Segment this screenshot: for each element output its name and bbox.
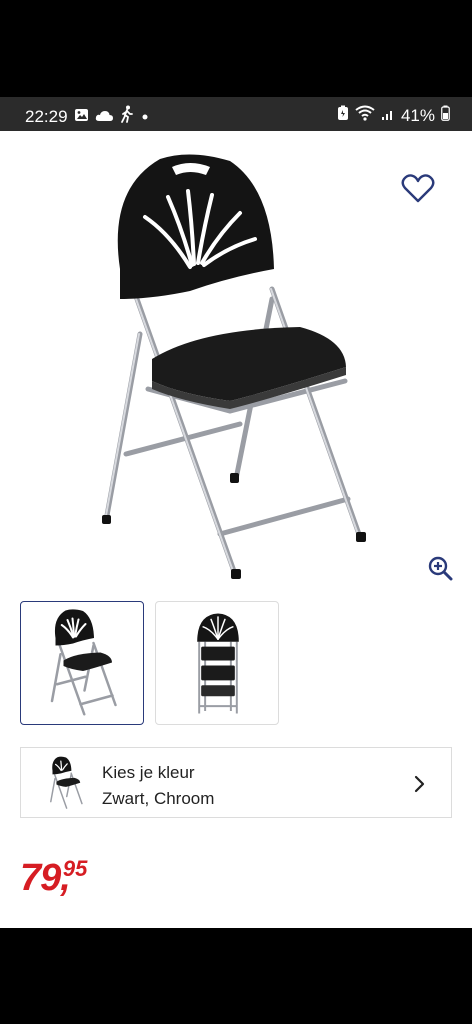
zoom-in-icon — [427, 556, 453, 585]
status-bar: 22:29 41% — [0, 97, 472, 131]
battery-icon — [441, 105, 450, 126]
color-thumbnail — [48, 756, 84, 810]
product-image — [90, 149, 370, 589]
battery-saver-icon — [337, 105, 349, 126]
zoom-button[interactable] — [427, 555, 453, 581]
heart-outline-icon — [401, 174, 435, 209]
status-time: 22:29 — [25, 106, 68, 126]
selected-color: Zwart, Chroom — [102, 789, 215, 808]
color-picker[interactable]: Kies je kleur Zwart, Chroom — [20, 747, 452, 818]
signal-icon — [381, 106, 395, 126]
status-right: 41% — [337, 105, 450, 126]
price-decimals: 95 — [62, 856, 88, 881]
product-page: Kies je kleur Zwart, Chroom 79,95 — [0, 131, 472, 928]
price-integer: 79 — [20, 857, 61, 899]
chevron-right-icon — [414, 775, 426, 793]
wifi-icon — [355, 105, 375, 126]
dot-icon — [140, 107, 150, 127]
cloud-icon — [95, 107, 114, 127]
thumbnail-front-view[interactable] — [20, 601, 144, 725]
thumbnail-folded-view[interactable] — [155, 601, 279, 725]
status-left: 22:29 — [25, 105, 150, 128]
gallery-icon — [74, 107, 89, 127]
favorite-button[interactable] — [401, 173, 435, 205]
price: 79,95 — [20, 856, 88, 899]
walking-icon — [120, 105, 134, 128]
battery-level: 41% — [400, 105, 435, 125]
color-picker-title: Kies je kleur — [102, 763, 195, 782]
